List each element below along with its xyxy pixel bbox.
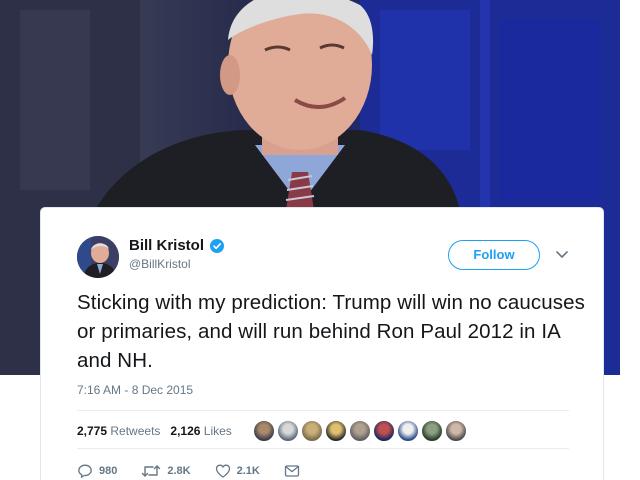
liker-avatar[interactable]: [397, 420, 419, 442]
likes-stat[interactable]: 2,126 Likes: [170, 424, 231, 438]
retweets-stat[interactable]: 2,775 Retweets: [77, 424, 160, 438]
user-handle[interactable]: @BillKristol: [129, 257, 191, 271]
liker-avatar[interactable]: [301, 420, 323, 442]
screenshot-stage: Bill Kristol @BillKristol Follow Stickin…: [0, 0, 640, 480]
reply-count: 980: [99, 465, 118, 477]
likes-count: 2,126: [170, 424, 201, 438]
verified-badge-icon: [210, 239, 224, 253]
tweet-timestamp[interactable]: 7:16 AM - 8 Dec 2015: [77, 383, 193, 397]
retweet-button[interactable]: 2.8K: [141, 463, 191, 479]
like-button[interactable]: 2.1K: [215, 463, 260, 479]
liker-avatar[interactable]: [253, 420, 275, 442]
heart-icon: [215, 464, 230, 478]
chevron-down-icon[interactable]: [555, 249, 569, 261]
divider: [77, 410, 569, 411]
liker-avatar[interactable]: [421, 420, 443, 442]
reply-icon: [78, 464, 92, 478]
right-margin: [620, 0, 640, 480]
retweet-count: 2.8K: [167, 465, 191, 477]
reply-button[interactable]: 980: [77, 463, 117, 479]
envelope-icon: [284, 465, 300, 477]
retweets-count: 2,775: [77, 424, 108, 438]
liker-avatars: [253, 420, 467, 442]
tweet-text: Sticking with my prediction: Trump will …: [77, 291, 585, 372]
avatar[interactable]: [77, 236, 119, 278]
user-name[interactable]: Bill Kristol: [129, 237, 204, 254]
tweet-card: Bill Kristol @BillKristol Follow Stickin…: [40, 207, 604, 480]
follow-button[interactable]: Follow: [448, 240, 540, 270]
divider: [77, 448, 569, 449]
direct-message-button[interactable]: [284, 464, 300, 478]
retweets-label: Retweets: [110, 424, 161, 438]
like-count: 2.1K: [236, 465, 260, 477]
liker-avatar[interactable]: [277, 420, 299, 442]
liker-avatar[interactable]: [445, 420, 467, 442]
tweet-actions: 980 2.8K 2.1K: [77, 462, 324, 480]
likes-label: Likes: [203, 424, 232, 438]
liker-avatar[interactable]: [349, 420, 371, 442]
liker-avatar[interactable]: [325, 420, 347, 442]
left-margin: [0, 375, 40, 480]
retweet-icon: [142, 465, 161, 477]
engagement-stats: 2,775 Retweets 2,126 Likes: [77, 424, 232, 438]
liker-avatar[interactable]: [373, 420, 395, 442]
